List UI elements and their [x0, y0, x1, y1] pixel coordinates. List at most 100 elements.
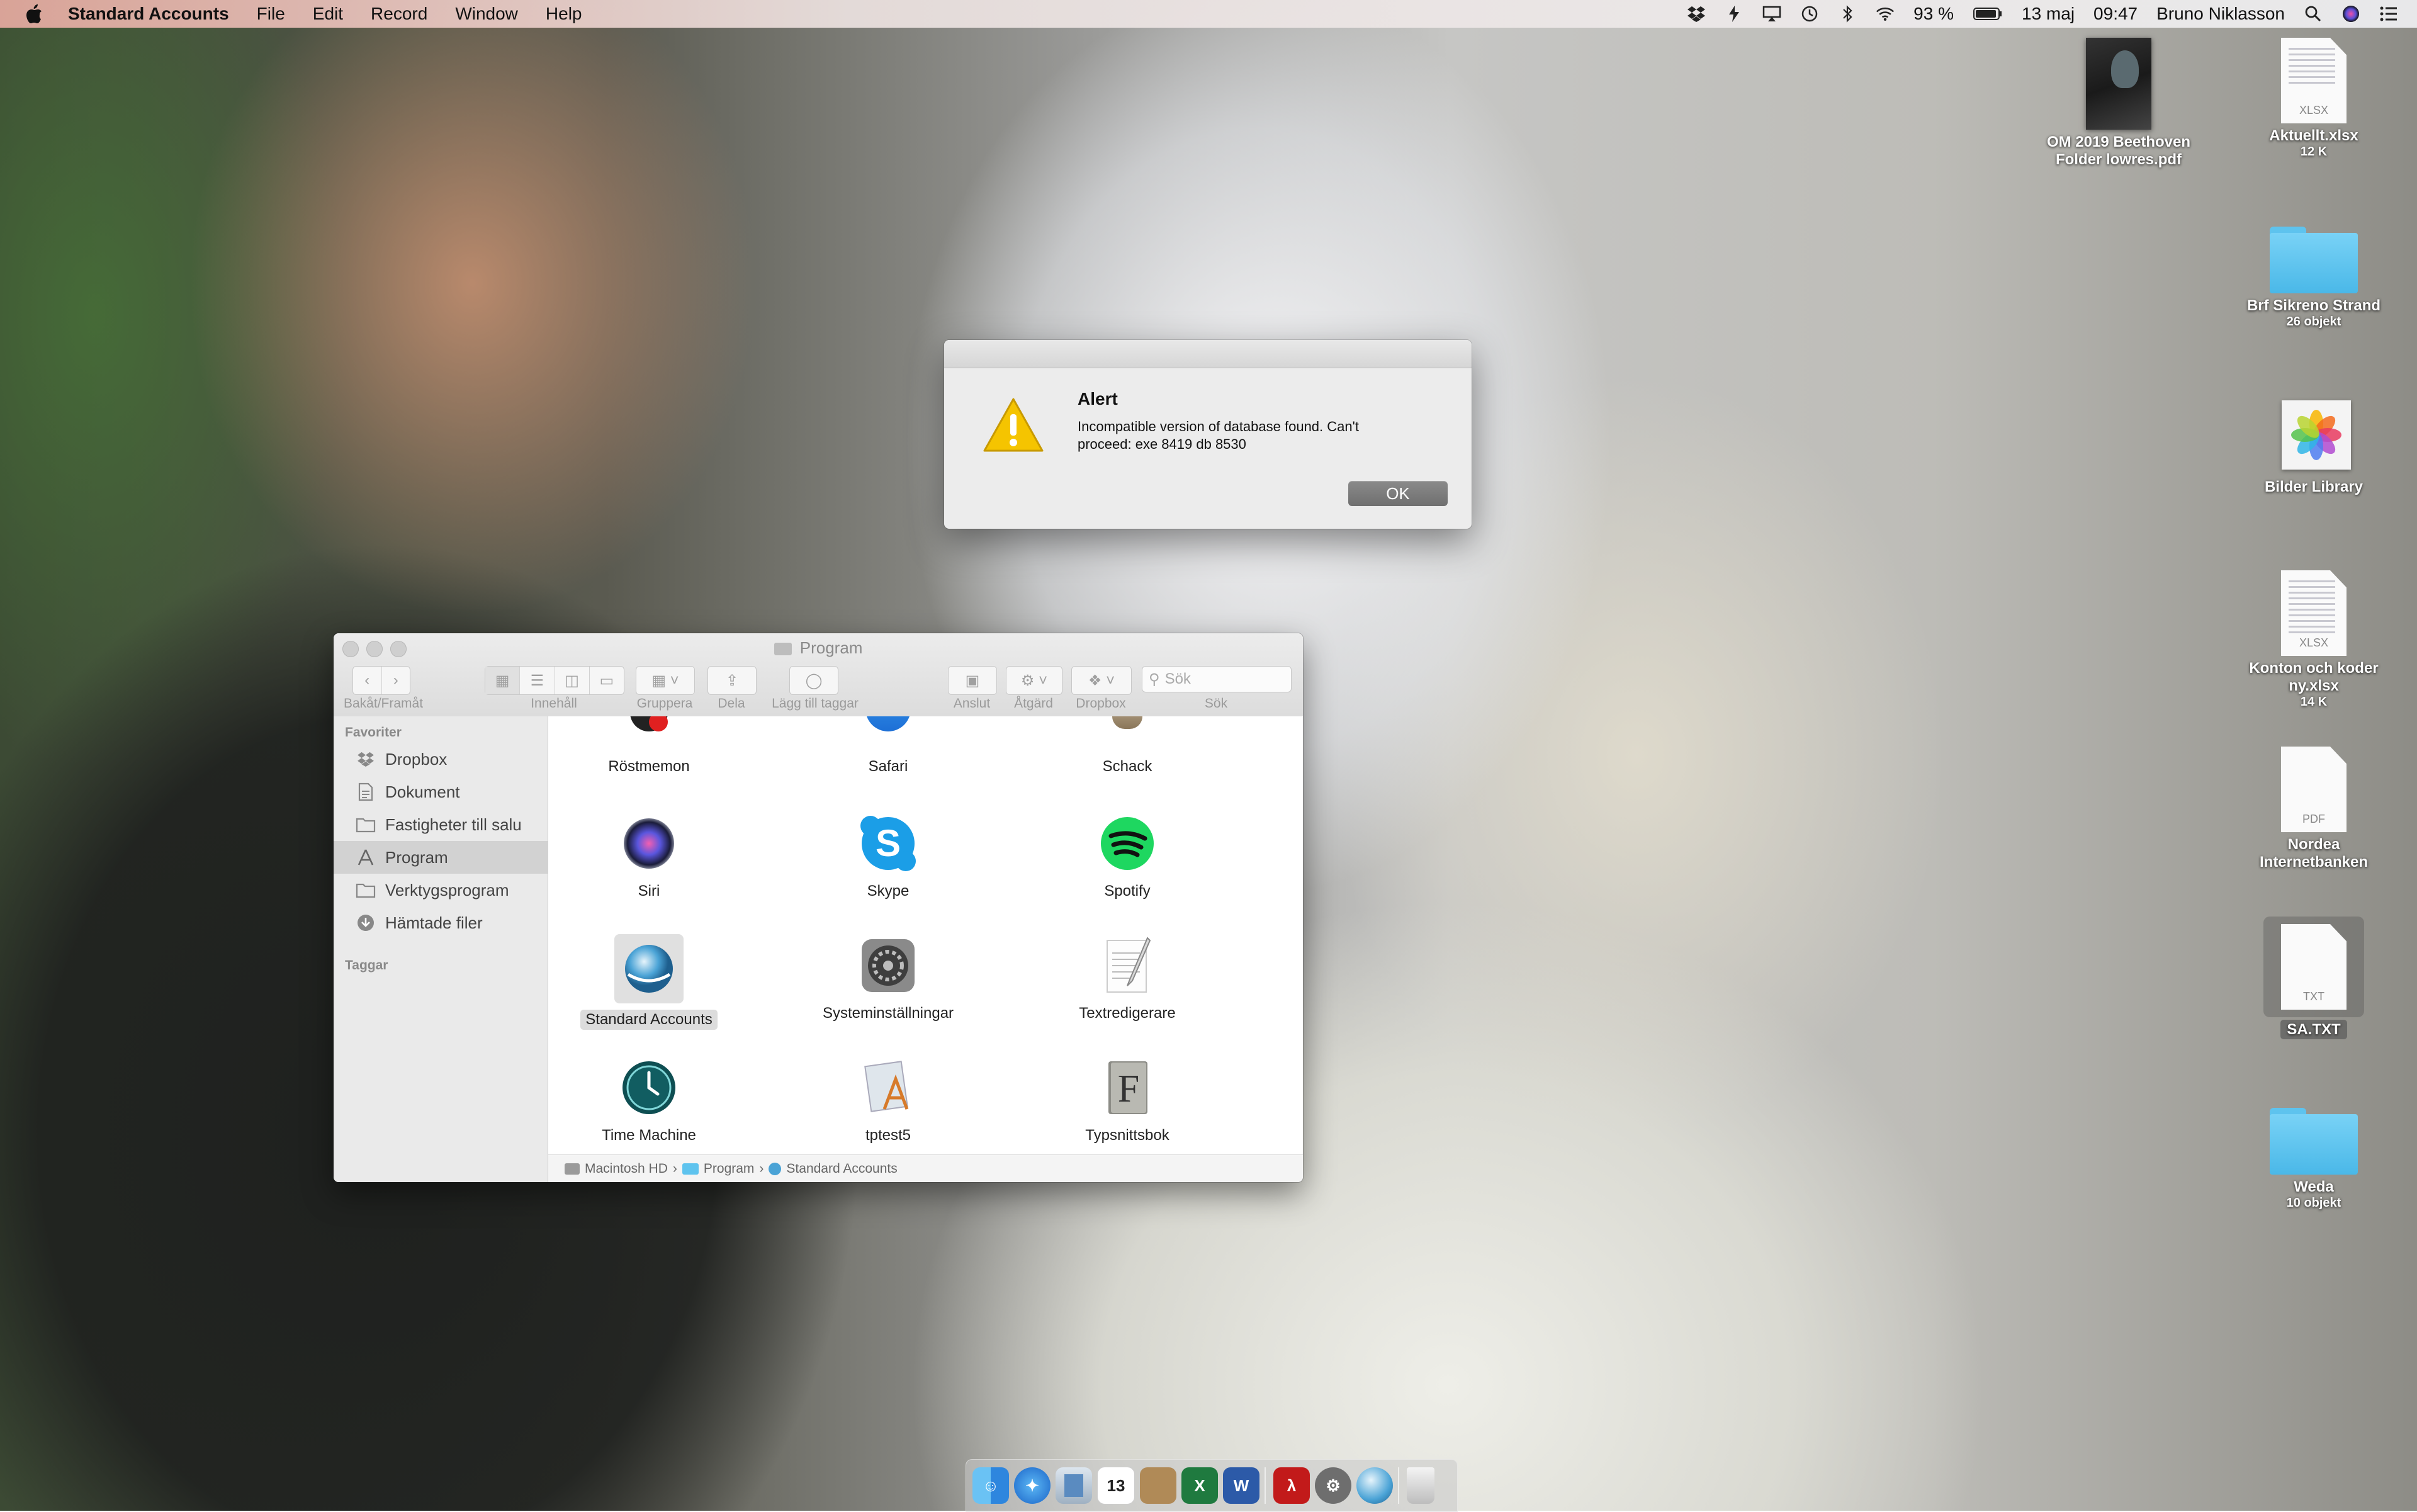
font-book-icon: F [1096, 1056, 1159, 1119]
desktop-item-bilder-library[interactable]: Bilder Library [2238, 400, 2389, 496]
path-item-macintosh-hd[interactable]: Macintosh HD [585, 1161, 668, 1176]
finder-sidebar: Favoriter Dropbox Dokument Fastigheter t… [334, 716, 548, 1182]
time-machine-clock-icon [617, 1056, 680, 1119]
menu-window[interactable]: Window [455, 4, 518, 24]
app-spotify[interactable]: Spotify [1027, 812, 1228, 901]
menu-help[interactable]: Help [546, 4, 582, 24]
add-tags-button[interactable]: ◯ [789, 666, 838, 695]
dropbox-icon[interactable] [1687, 4, 1706, 23]
finder-window: Program ‹ › Bakåt/Framåt ▦ ☰ ◫ ▭ Innehål… [334, 633, 1303, 1182]
dock-package-icon[interactable] [1140, 1467, 1176, 1504]
connect-button[interactable]: ▣ [948, 666, 997, 695]
sidebar-item-program[interactable]: Program [334, 841, 548, 874]
share-icon: ⇪ [725, 672, 739, 689]
time-machine-icon[interactable] [1800, 4, 1819, 23]
group-button[interactable]: ▦ ˅ [636, 666, 695, 695]
menu-edit[interactable]: Edit [313, 4, 343, 24]
sidebar-item-dropbox[interactable]: Dropbox [334, 743, 548, 776]
app-skype[interactable]: S Skype [787, 812, 989, 901]
alert-title: Alert [1078, 389, 1118, 409]
menu-record[interactable]: Record [371, 4, 427, 24]
dock-safari-icon[interactable]: ✦ [1014, 1467, 1051, 1504]
tptest-app-icon [857, 1056, 920, 1119]
dock-system-preferences-icon[interactable]: ⚙ [1315, 1467, 1351, 1504]
app-time-machine[interactable]: Time Machine [548, 1056, 750, 1146]
search-placeholder: Sök [1164, 670, 1191, 687]
menu-file[interactable]: File [257, 4, 285, 24]
forward-button[interactable]: › [382, 667, 410, 694]
path-item-program[interactable]: Program [704, 1161, 755, 1176]
airplay-icon[interactable] [1762, 4, 1781, 23]
desktop-item-weda-folder[interactable]: Weda 10 objekt [2238, 1108, 2389, 1210]
bluetooth-icon[interactable] [1838, 4, 1857, 23]
nav-label: Bakåt/Framåt [344, 696, 424, 711]
voice-memos-icon [617, 716, 680, 750]
dock-word-icon[interactable]: W [1223, 1467, 1259, 1504]
spotlight-search-icon[interactable] [2304, 4, 2323, 23]
app-textredigerare[interactable]: Textredigerare [1027, 934, 1228, 1024]
folder-icon [355, 815, 376, 834]
sidebar-item-verktygsprogram[interactable]: Verktygsprogram [334, 874, 548, 906]
desktop-item-beethoven-pdf[interactable]: OM 2019 Beethoven Folder lowres.pdf [2043, 38, 2194, 169]
folder-icon [682, 1163, 699, 1175]
gallery-view-button[interactable]: ▭ [590, 667, 624, 694]
menu-date[interactable]: 13 maj [2022, 4, 2075, 24]
xlsx-document-icon: XLSX [2281, 38, 2347, 123]
gear-icon: ⚙ ˅ [1020, 672, 1048, 689]
desktop-item-konton-xlsx[interactable]: XLSX Konton och koder ny.xlsx 14 K [2238, 570, 2389, 709]
apple-menu-icon[interactable] [25, 3, 44, 25]
app-name-menu[interactable]: Standard Accounts [68, 4, 229, 24]
ok-button[interactable]: OK [1348, 481, 1448, 506]
app-rostmemon[interactable]: Röstmemon [548, 716, 750, 777]
desktop-item-nordea-pdf[interactable]: PDF Nordea Internetbanken [2238, 747, 2389, 871]
dock-excel-icon[interactable]: X [1181, 1467, 1218, 1504]
column-view-button[interactable]: ◫ [555, 667, 590, 694]
search-input[interactable]: ⚲ Sök [1142, 666, 1292, 692]
desktop-item-label: OM 2019 Beethoven Folder lowres.pdf [2046, 133, 2191, 168]
app-typsnittsbok[interactable]: F Typsnittsbok [1027, 1056, 1228, 1146]
desktop-item-aktuellt-xlsx[interactable]: XLSX Aktuellt.xlsx 12 K [2238, 38, 2389, 159]
dock-finder-icon[interactable]: ☺ [972, 1467, 1009, 1504]
app-systeminstallningar[interactable]: Systeminställningar [787, 934, 989, 1024]
txt-document-icon: TXT [2281, 924, 2347, 1010]
back-button[interactable]: ‹ [353, 667, 382, 694]
sidebar-item-fastigheter[interactable]: Fastigheter till salu [334, 808, 548, 841]
dock-acrobat-icon[interactable]: λ [1273, 1467, 1310, 1504]
list-view-button[interactable]: ☰ [520, 667, 555, 694]
path-item-standard-accounts[interactable]: Standard Accounts [786, 1161, 897, 1176]
view-mode-control: ▦ ☰ ◫ ▭ [485, 666, 624, 695]
notification-center-icon[interactable] [2379, 4, 2398, 23]
app-standard-accounts[interactable]: Standard Accounts [548, 934, 750, 1030]
desktop-item-brf-sikreno-folder[interactable]: Brf Sikreno Strand 26 objekt [2238, 227, 2389, 329]
dock-standard-accounts-icon[interactable] [1356, 1467, 1393, 1504]
app-siri[interactable]: Siri [548, 812, 750, 901]
menu-user[interactable]: Bruno Niklasson [2156, 4, 2285, 24]
menu-time[interactable]: 09:47 [2093, 4, 2138, 24]
folder-icon [774, 643, 792, 656]
standard-accounts-globe-icon [614, 934, 684, 1003]
battery-icon[interactable] [1973, 4, 2003, 23]
wifi-icon[interactable] [1876, 4, 1895, 23]
textedit-icon [1096, 934, 1159, 997]
safari-compass-icon [857, 716, 920, 750]
dock-trash-icon[interactable] [1407, 1467, 1434, 1504]
desktop-item-count: 26 objekt [2286, 315, 2341, 329]
sidebar-item-dokument[interactable]: Dokument [334, 776, 548, 808]
sidebar-item-hamtade-filer[interactable]: Hämtade filer [334, 906, 548, 939]
app-schack[interactable]: Schack [1027, 716, 1228, 777]
app-tptest5[interactable]: tptest5 [787, 1056, 989, 1146]
alert-titlebar[interactable] [944, 340, 1472, 368]
dock-calendar-icon[interactable]: 13 [1097, 1467, 1135, 1504]
desktop-item-sa-txt[interactable]: TXT SA.TXT [2238, 917, 2389, 1039]
folder-icon [355, 881, 376, 900]
action-button[interactable]: ⚙ ˅ [1006, 666, 1062, 695]
share-button[interactable]: ⇪ [707, 666, 757, 695]
dropbox-toolbar-button[interactable]: ❖ ˅ [1071, 666, 1132, 695]
dock-preview-icon[interactable] [1056, 1467, 1092, 1504]
icon-view-button[interactable]: ▦ [485, 667, 521, 694]
folder-icon [2270, 227, 2358, 293]
app-safari[interactable]: Safari [787, 716, 989, 777]
siri-icon[interactable] [2341, 4, 2360, 23]
back-forward-control: ‹ › [352, 666, 410, 695]
hammer-script-icon[interactable] [1725, 4, 1744, 23]
